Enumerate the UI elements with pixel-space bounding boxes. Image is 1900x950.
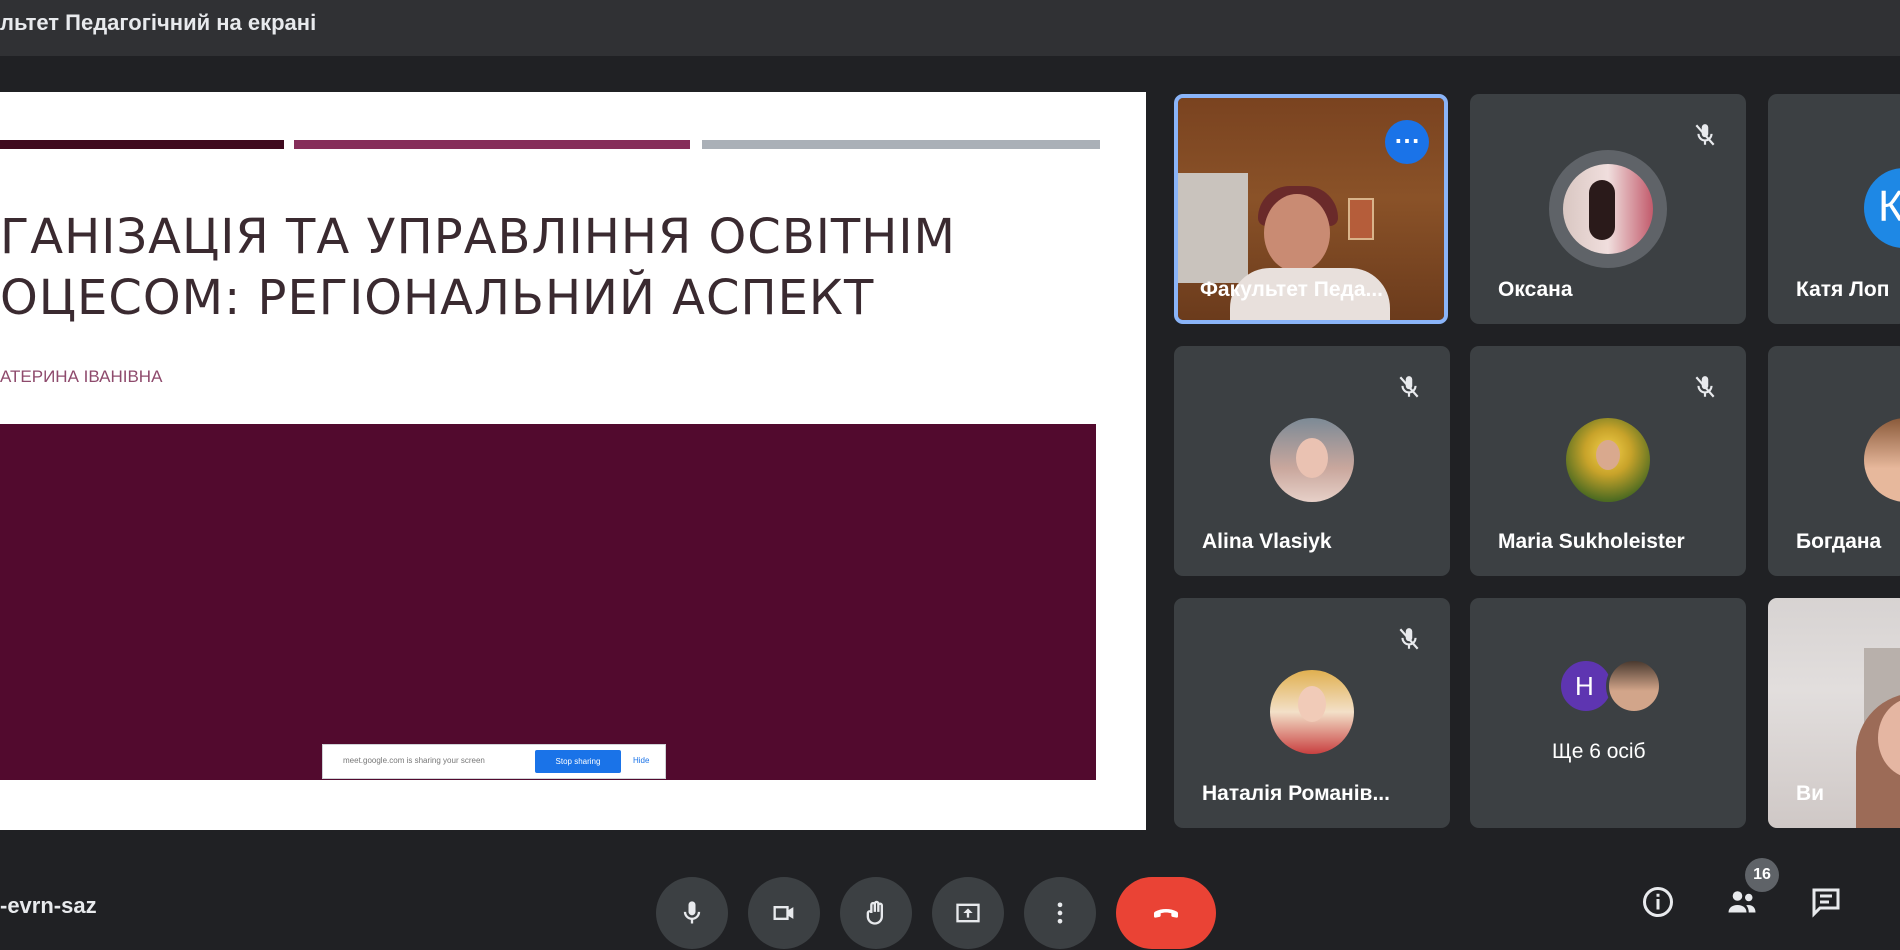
mic-icon: [683, 901, 701, 924]
chat-icon[interactable]: [1808, 884, 1844, 920]
mic-off-icon: [1399, 376, 1419, 398]
participant-tile[interactable]: Н Ще 6 осіб: [1470, 598, 1746, 828]
shared-screen: ГАНІЗАЦІЯ ТА УПРАВЛІННЯ ОСВІТНІМ ОЦЕСОМ:…: [0, 92, 1146, 830]
video-person: [1264, 194, 1330, 272]
meeting-code: -evrn-saz: [0, 893, 97, 918]
participant-name: Maria Sukholeister: [1498, 530, 1685, 553]
presenting-title: льтет Педагогічний на екрані: [0, 10, 317, 35]
participant-name: Alina Vlasiyk: [1202, 530, 1332, 553]
present-icon: [956, 903, 980, 923]
info-icon[interactable]: [1640, 884, 1676, 920]
participant-tile[interactable]: Maria Sukholeister: [1470, 346, 1746, 576]
participant-name: Наталія Романів...: [1202, 782, 1390, 805]
participant-name: Факультет Педа...: [1200, 278, 1384, 301]
participant-tile[interactable]: Оксана: [1470, 94, 1746, 324]
more-vert-icon: [1057, 902, 1063, 924]
mic-button[interactable]: [656, 877, 728, 949]
slide-accent-bar: [0, 140, 284, 149]
participant-name: Богдана: [1796, 530, 1882, 553]
avatar: К: [1864, 168, 1900, 248]
slide-title-line: ОЦЕСОМ: РЕГІОНАЛЬНИЙ АСПЕКТ: [0, 270, 875, 326]
more-participants-label: Ще 6 осіб: [1552, 740, 1646, 763]
slide-author: АТЕРИНА ІВАНІВНА: [0, 367, 163, 386]
participant-tile[interactable]: Богдана: [1768, 346, 1900, 576]
share-notification-text: meet.google.com is sharing your screen: [343, 756, 485, 765]
self-video: [1768, 598, 1900, 828]
avatar: [1864, 418, 1900, 502]
participant-tile[interactable]: ⋯ Факультет Педа...: [1174, 94, 1448, 324]
avatar: [1549, 150, 1667, 268]
top-bar: льтет Педагогічний на екрані: [0, 0, 1900, 56]
more-options-button[interactable]: [1024, 877, 1096, 949]
video-background: [1348, 198, 1374, 240]
raise-hand-button[interactable]: [840, 877, 912, 949]
participant-name: Оксана: [1498, 278, 1573, 301]
camera-button[interactable]: [748, 877, 820, 949]
mic-off-icon: [1695, 376, 1715, 398]
more-options-button[interactable]: ⋯: [1385, 120, 1429, 164]
hide-notification-button[interactable]: Hide: [633, 756, 649, 765]
slide-content-panel: [0, 424, 1096, 780]
stop-sharing-button[interactable]: Stop sharing: [535, 750, 621, 773]
raise-hand-icon: [866, 900, 883, 925]
end-call-button[interactable]: [1116, 877, 1216, 949]
avatar: [1270, 418, 1354, 502]
avatar-initial: К: [1878, 182, 1900, 231]
present-button[interactable]: [932, 877, 1004, 949]
participant-tile[interactable]: Alina Vlasiyk: [1174, 346, 1450, 576]
screen-share-notification: meet.google.com is sharing your screen S…: [322, 744, 666, 779]
avatar: [1606, 658, 1662, 714]
mic-off-icon: [1399, 628, 1419, 650]
participant-tile[interactable]: Ви: [1768, 598, 1900, 828]
participant-tile[interactable]: К Катя Лоп: [1768, 94, 1900, 324]
participant-name: Ви: [1796, 782, 1825, 805]
slide-title-line: ГАНІЗАЦІЯ ТА УПРАВЛІННЯ ОСВІТНІМ: [0, 209, 956, 265]
camera-icon: [773, 906, 794, 920]
participant-name: Катя Лоп: [1796, 278, 1890, 301]
mic-off-icon: [1695, 124, 1715, 146]
avatar: [1270, 670, 1354, 754]
avatar-initial: Н: [1575, 671, 1594, 701]
slide-accent-bar: [702, 140, 1100, 149]
slide-accent-bar: [294, 140, 690, 149]
end-call-icon: [1154, 909, 1178, 918]
participant-count-badge: 16: [1745, 858, 1779, 892]
participant-tile[interactable]: Наталія Романів...: [1174, 598, 1450, 828]
video-background: [1178, 173, 1248, 283]
avatar: [1566, 418, 1650, 502]
